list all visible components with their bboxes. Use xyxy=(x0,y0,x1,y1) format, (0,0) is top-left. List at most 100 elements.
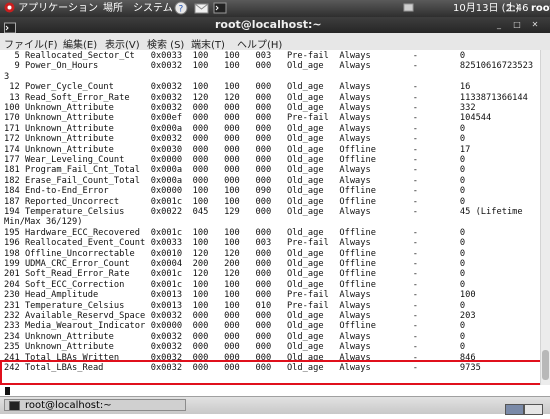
menu-edit[interactable]: 編集(E) xyxy=(63,36,97,51)
cell-failed: - xyxy=(412,175,418,186)
cell-worst: 000 xyxy=(224,155,240,165)
cell-worst: 200 xyxy=(224,259,240,269)
cell-thresh: 000 xyxy=(255,207,272,217)
cell-name: Reported_Uncorrect xyxy=(24,196,120,207)
menubar: ファイル(F) 編集(E) 表示(V) 検索 (S) 端末(T) ヘルプ(H) xyxy=(0,33,550,51)
cell-worst: 000 xyxy=(224,331,240,342)
window-titlebar[interactable]: root@localhost:~ _ □ ✕ xyxy=(0,17,550,34)
cell-failed: - xyxy=(412,248,418,259)
cell-thresh: 000 xyxy=(255,311,272,321)
cell-type: Old_age xyxy=(286,61,324,72)
cell-thresh: 000 xyxy=(255,269,272,280)
cell-flag: 0x0032 xyxy=(150,352,183,363)
menu-terminal[interactable]: 端末(T) xyxy=(191,36,225,51)
cell-raw: 0 xyxy=(459,238,466,249)
cell-thresh: 000 xyxy=(255,155,272,165)
cell-name: Read_Soft_Error_Rate xyxy=(24,92,130,103)
terminal-scrollbar[interactable] xyxy=(540,50,550,385)
cell-failed: - xyxy=(412,165,418,176)
cell-name: Hardware_ECC_Recovered xyxy=(24,227,141,238)
cell-thresh: 000 xyxy=(255,352,272,363)
window-title: root@localhost:~ xyxy=(215,18,322,31)
cell-failed: - xyxy=(412,269,418,280)
cell-failed: - xyxy=(412,103,418,113)
cell-failed: - xyxy=(412,155,418,165)
cell-raw: 0 xyxy=(459,331,466,342)
user-menu[interactable]: root xyxy=(531,2,550,15)
cell-name: Reallocated_Event_Count xyxy=(24,238,146,249)
cell-updated: Always xyxy=(339,134,371,145)
cell-updated: Offline xyxy=(339,259,376,269)
cell-updated: Always xyxy=(339,123,371,134)
minimize-button[interactable]: _ xyxy=(494,20,504,29)
cell-id: 194 xyxy=(4,207,20,217)
cell-value: 100 xyxy=(192,279,209,290)
cell-updated: Offline xyxy=(339,155,376,165)
terminal-output[interactable]: 5 Reallocated_Sector_Ct 0x0033 100 100 003 Pre… xyxy=(0,50,540,385)
places-menu[interactable]: 場所 xyxy=(103,2,123,15)
cell-raw: 0 xyxy=(459,300,466,311)
menu-help[interactable]: ヘルプ(H) xyxy=(237,36,282,51)
maximize-button[interactable]: □ xyxy=(512,20,522,29)
taskbar-terminal-button[interactable]: root@localhost:~ xyxy=(4,399,186,411)
applications-menu[interactable]: アプリケーション xyxy=(4,2,98,15)
cell-worst: 100 xyxy=(224,290,240,301)
cell-flag: 0x0032 xyxy=(150,103,183,113)
cell-updated: Always xyxy=(339,61,371,72)
cell-flag: 0x0032 xyxy=(150,92,183,103)
cell-value: 120 xyxy=(192,92,209,103)
cell-thresh: 000 xyxy=(255,321,272,332)
clock-time[interactable]: 2:46 xyxy=(506,2,528,15)
cell-name: Temperature_Celsius xyxy=(24,300,125,311)
cell-type: Old_age xyxy=(286,248,324,259)
cell-worst: 100 xyxy=(224,61,240,72)
system-menu[interactable]: システム xyxy=(133,2,173,15)
cell-worst: 000 xyxy=(224,103,240,113)
cell-id: 198 xyxy=(4,248,20,259)
menu-file[interactable]: ファイル(F) xyxy=(4,36,58,51)
cell-worst: 100 xyxy=(224,186,240,197)
cell-thresh: 010 xyxy=(255,300,272,311)
cell-updated: Always xyxy=(339,342,371,353)
cell-name: Power_Cycle_Count xyxy=(24,82,114,93)
cell-type: Old_age xyxy=(286,259,324,269)
cell-id: 233 xyxy=(4,321,20,332)
cell-name: UDMA_CRC_Error_Count xyxy=(24,259,130,269)
cell-name: Unknown_Attribute xyxy=(24,144,114,155)
cell-failed: - xyxy=(412,342,418,353)
cell-name: Total_LBAs_Written xyxy=(24,352,120,363)
cell-id: 171 xyxy=(4,123,20,134)
cell-flag: 0x001c xyxy=(150,196,183,207)
cell-failed: - xyxy=(412,51,418,61)
cell-raw: 0 xyxy=(459,321,466,332)
cell-thresh: 000 xyxy=(255,134,272,145)
cell-worst: 100 xyxy=(224,51,240,61)
cell-updated: Always xyxy=(339,51,371,61)
close-button[interactable]: ✕ xyxy=(530,20,540,29)
menu-view[interactable]: 表示(V) xyxy=(105,36,140,51)
cell-raw: 0 xyxy=(459,51,466,61)
cell-id: 12 xyxy=(9,82,20,93)
cell-flag: 0x0032 xyxy=(150,342,183,353)
cell-failed: - xyxy=(412,331,418,342)
workspace-switcher[interactable] xyxy=(505,400,543,419)
scrollbar-thumb[interactable] xyxy=(542,350,549,380)
cell-failed: - xyxy=(412,290,418,301)
taskbar-terminal-icon xyxy=(9,401,20,410)
cell-updated: Offline xyxy=(339,321,376,332)
cell-type: Old_age xyxy=(286,342,324,353)
cell-updated: Always xyxy=(339,331,371,342)
cell-value: 000 xyxy=(192,342,209,353)
cell-id: 241 xyxy=(4,352,20,363)
cell-type: Old_age xyxy=(286,92,324,103)
cell-thresh: 000 xyxy=(255,103,272,113)
cell-worst: 000 xyxy=(224,165,240,176)
cell-raw: 82510616723523 xyxy=(459,61,534,72)
cell-flag: 0x000a xyxy=(150,175,183,186)
cell-name: Program_Fail_Cnt_Total xyxy=(24,165,141,176)
menu-search[interactable]: 検索 (S) xyxy=(147,36,184,51)
cell-value: 100 xyxy=(192,51,209,61)
cell-type: Old_age xyxy=(286,207,324,217)
cell-name: Unknown_Attribute xyxy=(24,331,114,342)
cell-updated: Always xyxy=(339,207,371,217)
